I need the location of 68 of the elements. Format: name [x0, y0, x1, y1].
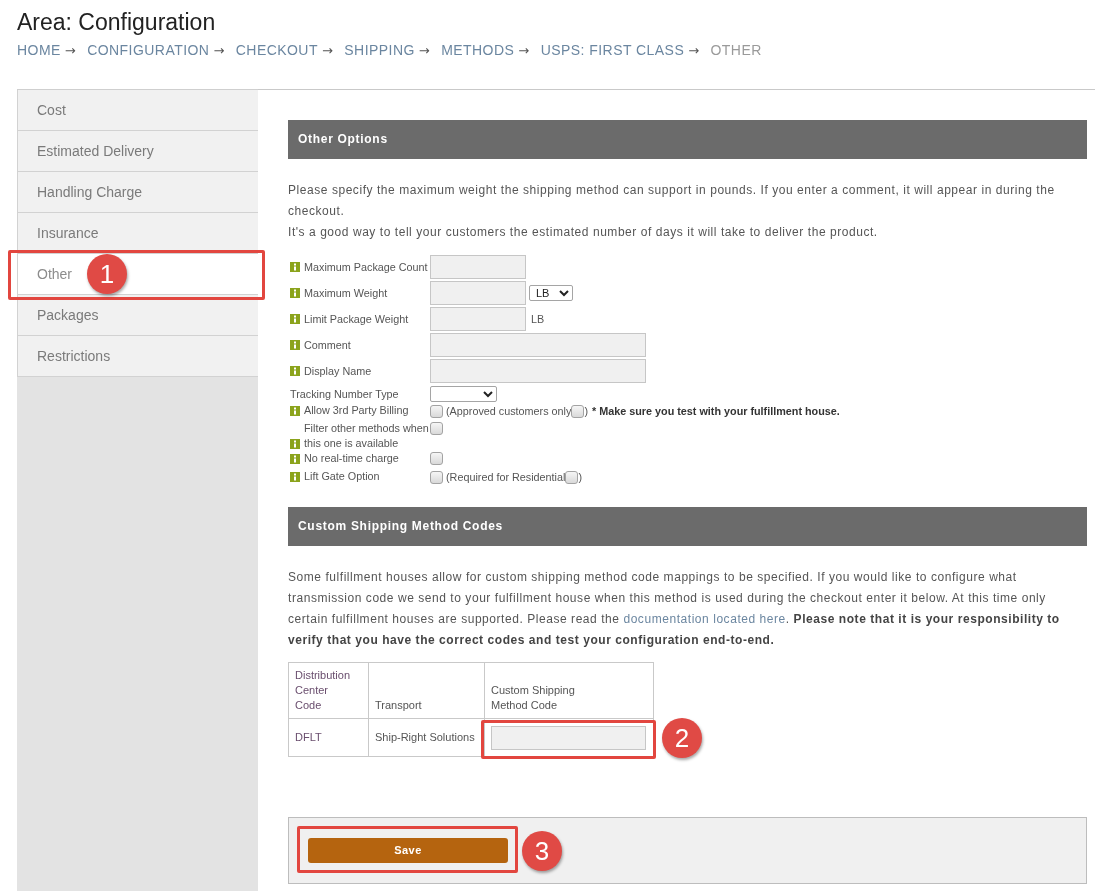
warning-note: * Make sure you test with your fulfillment house. [592, 404, 840, 419]
breadcrumb-separator: → [213, 43, 225, 58]
table-cell: Ship-Right Solutions [375, 731, 475, 743]
unit-select[interactable]: LB [529, 285, 573, 301]
checkbox[interactable] [430, 422, 443, 435]
number-field[interactable] [430, 307, 526, 331]
breadcrumb-link[interactable]: SHIPPING [344, 42, 415, 58]
description-text: Please specify the maximum weight the shipping method can support in pounds. If you enter a comment, it will appear in during the checkout. [288, 182, 1056, 220]
breadcrumb-link[interactable]: CONFIGURATION [87, 42, 210, 58]
code-field[interactable] [491, 725, 646, 750]
info-icon[interactable] [290, 262, 300, 272]
breadcrumb-separator: → [688, 43, 700, 58]
info-icon[interactable] [290, 366, 300, 376]
field-label: Lift Gate Option [304, 469, 381, 484]
table-cell: DFLT [295, 731, 322, 743]
column-header: Transport [375, 698, 422, 713]
breadcrumb-link[interactable]: HOME [17, 42, 61, 58]
breadcrumb-current: OTHER [710, 42, 762, 58]
section-header: Other Options [288, 120, 1087, 159]
breadcrumb-link[interactable]: USPS: FIRST CLASS [540, 42, 685, 58]
info-icon[interactable] [290, 471, 300, 482]
option-label: ) [578, 470, 583, 485]
section-header: Custom Shipping Method Codes [288, 507, 1087, 546]
breadcrumb-link[interactable]: METHODS [441, 42, 515, 58]
callout-number: 3 [522, 830, 562, 871]
column-header: Custom Shipping Method Code [491, 683, 576, 713]
column-header: Distribution Center Code [295, 668, 352, 713]
instructions-text: Some fulfillment houses allow for custom shipping method code mappings to be specified. If you would like to configure what transmission code we send to your fulfillment house when this method is used during the checkout enter it below. At this time only certain fulfillment houses are supported. Please read the documentation located here. Please note that it is your responsibility to verify that you have the correct codes and test your configuration end-to-end. [288, 569, 1061, 649]
number-field[interactable] [430, 255, 526, 279]
field-label: Maximum Package Count [304, 259, 429, 275]
info-icon[interactable] [290, 288, 300, 298]
callout-number: 2 [662, 717, 702, 758]
save-button[interactable]: Save [308, 838, 508, 863]
field-label: No real-time charge [304, 451, 400, 466]
number-field[interactable] [430, 281, 526, 305]
checkbox[interactable] [571, 405, 585, 418]
field-label: Comment [304, 337, 352, 353]
dropdown-field[interactable] [430, 386, 497, 402]
breadcrumb-link[interactable]: CHECKOUT [235, 42, 318, 58]
breadcrumb-separator: → [64, 43, 77, 58]
info-icon[interactable] [290, 453, 300, 464]
info-icon[interactable] [290, 438, 300, 449]
documentation-link[interactable]: documentation located here [623, 612, 786, 626]
option-label: ) [584, 404, 589, 419]
checkbox[interactable] [430, 471, 443, 484]
option-label: (Required for Residential [446, 470, 566, 485]
checkbox[interactable] [430, 452, 443, 465]
description-text: It's a good way to tell your customers the estimated number of days it will take to deliver the product. [288, 224, 879, 241]
field-label: Maximum Weight [304, 285, 389, 301]
info-icon[interactable] [290, 405, 300, 416]
field-label: Display Name [304, 363, 373, 379]
breadcrumb-separator: → [321, 43, 334, 58]
text-field[interactable] [430, 359, 646, 383]
field-label: Allow 3rd Party Billing [304, 403, 410, 418]
text-field[interactable] [430, 333, 646, 357]
info-icon[interactable] [290, 340, 300, 350]
callout-number: 1 [87, 254, 127, 294]
page-title: Area: Configuration [17, 8, 217, 36]
info-icon[interactable] [290, 314, 300, 324]
option-label: (Approved customers only [446, 404, 572, 419]
field-label: Limit Package Weight [304, 311, 410, 327]
breadcrumb-separator: → [418, 43, 431, 58]
checkbox[interactable] [565, 471, 579, 484]
field-label: Filter other methods when this one is available [304, 421, 430, 451]
unit-label: LB [531, 311, 545, 327]
checkbox[interactable] [430, 405, 443, 418]
field-label: Tracking Number Type [290, 386, 400, 402]
breadcrumb-separator: → [518, 43, 530, 58]
